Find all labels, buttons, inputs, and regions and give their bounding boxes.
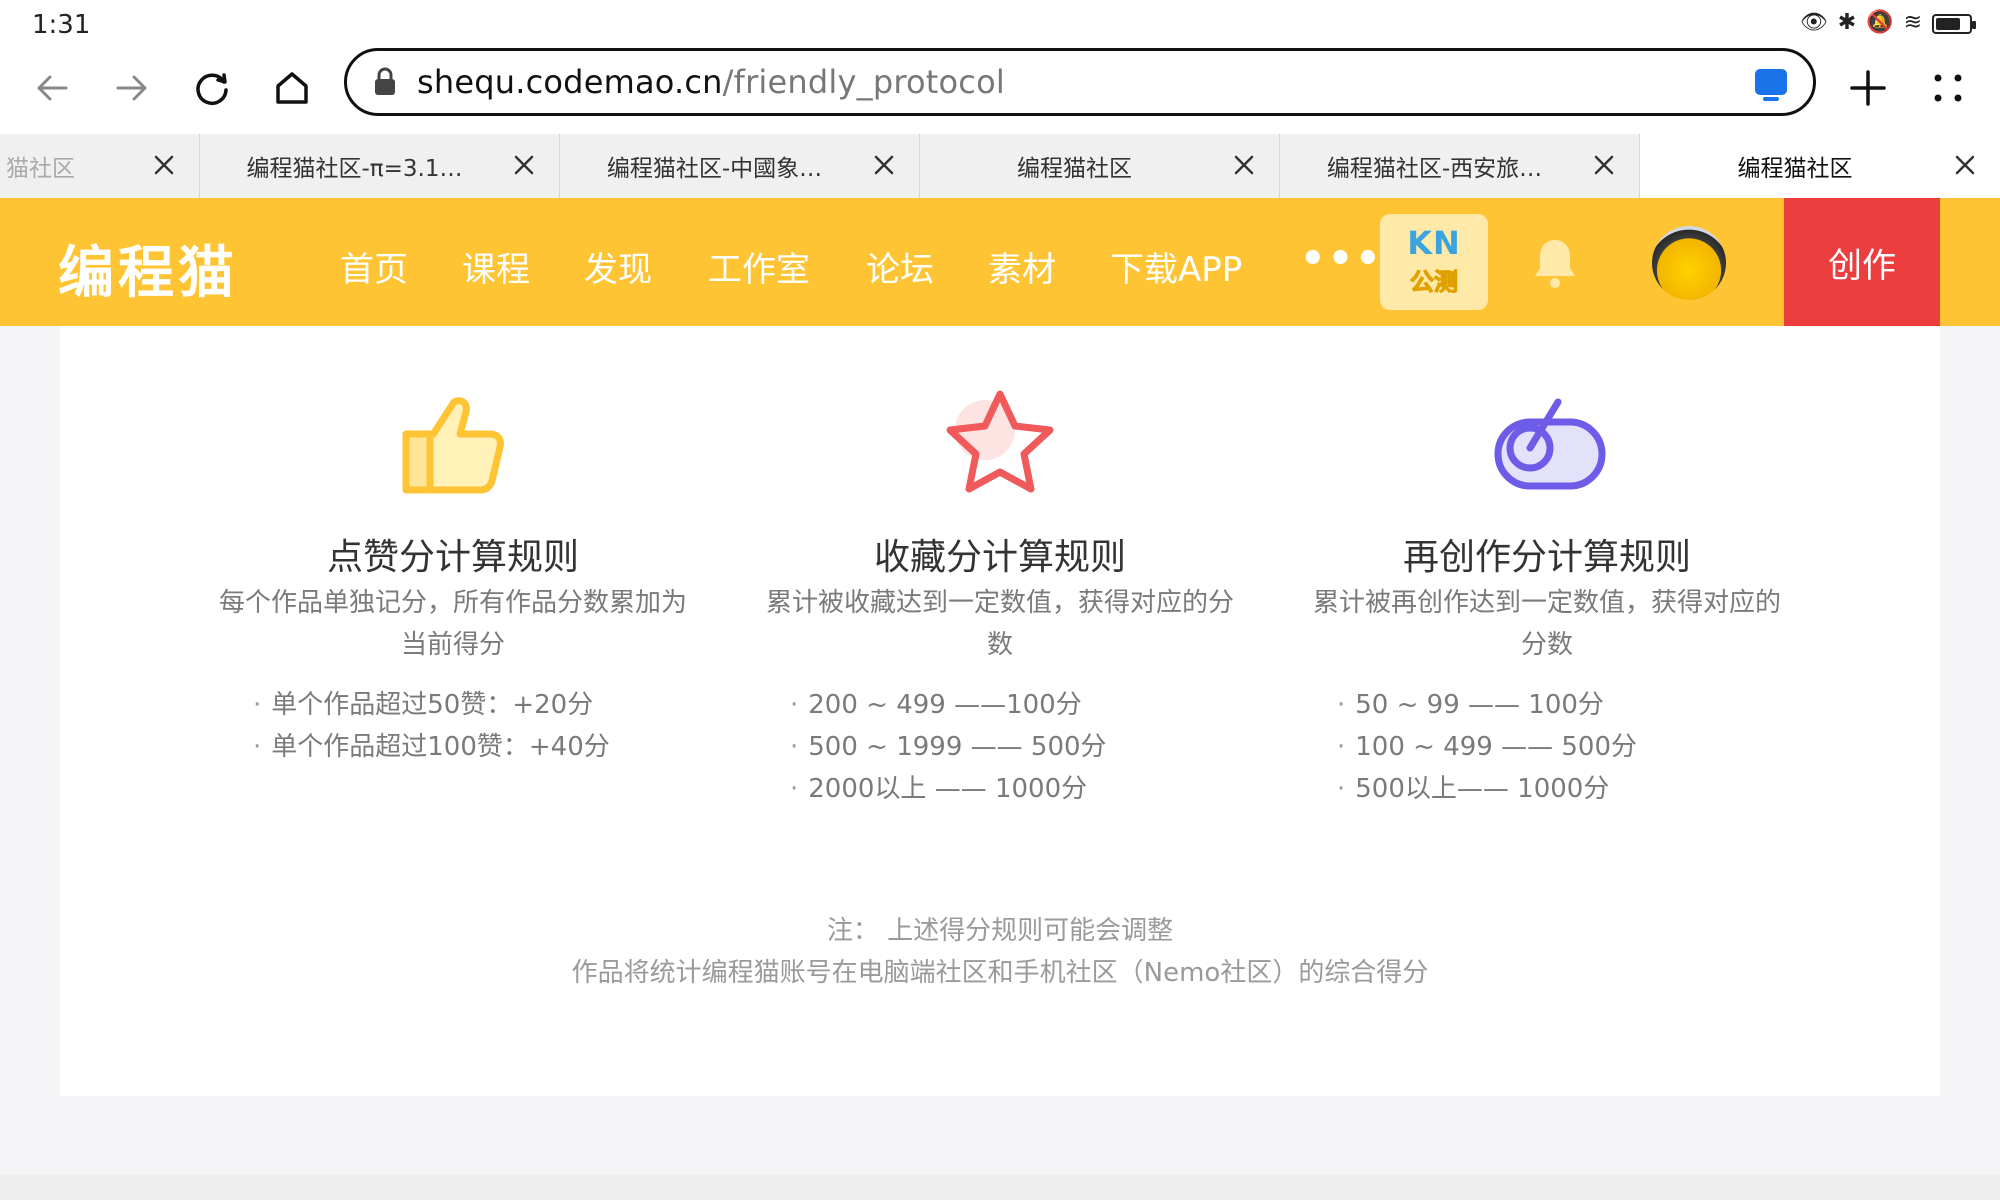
- create-button[interactable]: 创作: [1784, 198, 1940, 326]
- rule-item: 50 ~ 99 —— 100分: [1337, 684, 1637, 726]
- lock-icon: [375, 67, 395, 95]
- close-icon: [154, 155, 174, 175]
- rule-item: 2000以上 —— 1000分: [790, 768, 1107, 810]
- reload-button[interactable]: [180, 56, 244, 120]
- wifi-icon: ≋: [1903, 10, 1922, 35]
- status-bar: 1:31 👁 ✱ 🔕 ≋: [0, 0, 2000, 48]
- address-bar[interactable]: shequ.codemao.cn/friendly_protocol: [344, 48, 1816, 116]
- nav-item-studio[interactable]: 工作室: [708, 242, 810, 291]
- note-line-2: 作品将统计编程猫账号在电脑端社区和手机社区（Nemo社区）的综合得分: [571, 958, 1429, 988]
- tab-close-button[interactable]: [1589, 150, 1619, 180]
- url-path: /friendly_protocol: [722, 63, 1005, 101]
- nav-more-icon[interactable]: •••: [1300, 236, 1383, 282]
- rule-list: 200 ~ 499 ——100分 500 ~ 1999 —— 500分 2000…: [790, 684, 1107, 810]
- tab-label: 编程猫社区-西安旅…: [1326, 156, 1543, 182]
- tab-4[interactable]: 编程猫社区-西安旅…: [1280, 134, 1640, 198]
- new-tab-button[interactable]: [1836, 56, 1900, 120]
- rule-title: 点赞分计算规则: [326, 537, 579, 578]
- site-logo[interactable]: 编程猫: [58, 228, 238, 309]
- rules-content: 点赞分计算规则 每个作品单独记分，所有作品分数累加为当前得分 单个作品超过50赞…: [60, 326, 1940, 1096]
- cast-icon[interactable]: [1755, 69, 1787, 101]
- tab-5-active[interactable]: 编程猫社区: [1640, 134, 2000, 198]
- page-bottom-strip: [0, 1175, 2000, 1200]
- tab-label: 编程猫社区: [1017, 156, 1132, 182]
- nav-item-discover[interactable]: 发现: [584, 242, 652, 291]
- site-nav: 编程猫 首页 课程 发现 工作室 论坛 素材 下载APP ••• KN 公测 创…: [0, 198, 2000, 326]
- status-icons: 👁 ✱ 🔕 ≋: [1799, 10, 1976, 35]
- rule-item: 100 ~ 499 —— 500分: [1337, 726, 1637, 768]
- nav-item-download-app[interactable]: 下载APP: [1110, 242, 1242, 291]
- menu-button[interactable]: [1916, 56, 1980, 120]
- close-icon: [1234, 155, 1254, 175]
- close-icon: [1594, 155, 1614, 175]
- grid-dots-icon: [1934, 74, 1962, 102]
- rule-item: 单个作品超过100赞：+40分: [253, 726, 610, 768]
- tab-close-button[interactable]: [869, 150, 899, 180]
- user-avatar[interactable]: [1652, 226, 1726, 300]
- status-time: 1:31: [32, 10, 91, 40]
- close-icon: [514, 155, 534, 175]
- nav-item-forum[interactable]: 论坛: [866, 242, 934, 291]
- star-icon: [946, 390, 1054, 493]
- rule-list: 单个作品超过50赞：+20分 单个作品超过100赞：+40分: [253, 684, 610, 768]
- tab-2[interactable]: 编程猫社区-中國象…: [560, 134, 920, 198]
- nav-item-materials[interactable]: 素材: [988, 242, 1056, 291]
- kn-badge-bottom: 公测: [1410, 268, 1459, 297]
- reload-icon: [196, 73, 228, 105]
- kn-beta-badge[interactable]: KN 公测: [1380, 214, 1488, 310]
- rule-desc: 累计被收藏达到一定数值，获得对应的分数: [765, 588, 1234, 660]
- battery-icon: [1932, 14, 1976, 34]
- tab-close-button[interactable]: [149, 150, 179, 180]
- rule-desc: 每个作品单独记分，所有作品分数累加为当前得分: [218, 588, 687, 660]
- kn-badge-top: KN: [1407, 224, 1461, 262]
- browser-toolbar: shequ.codemao.cn/friendly_protocol: [0, 48, 2000, 134]
- arrow-right-icon: [116, 75, 147, 101]
- arrow-left-icon: [37, 75, 68, 101]
- rule-item: 200 ~ 499 ——100分: [790, 684, 1107, 726]
- url-text: shequ.codemao.cn/friendly_protocol: [417, 63, 1005, 101]
- rule-item: 500以上—— 1000分: [1337, 768, 1637, 810]
- rule-list: 50 ~ 99 —— 100分 100 ~ 499 —— 500分 500以上—…: [1337, 684, 1637, 810]
- tab-0[interactable]: 猫社区: [0, 134, 200, 198]
- rule-title: 收藏分计算规则: [873, 537, 1126, 578]
- tab-strip: 猫社区 编程猫社区-π=3.1… 编程猫社区-中國象… 编程猫社区 编程猫社区-…: [0, 134, 2000, 198]
- tab-close-button[interactable]: [1229, 150, 1259, 180]
- tab-label: 编程猫社区: [1737, 156, 1853, 182]
- url-host: shequ.codemao.cn: [417, 63, 723, 101]
- tab-label: 编程猫社区-π=3.1…: [246, 156, 463, 182]
- back-button[interactable]: [20, 56, 84, 120]
- bell-icon[interactable]: [1530, 236, 1580, 290]
- close-icon: [1955, 155, 1975, 175]
- close-icon: [874, 155, 894, 175]
- rule-item: 500 ~ 1999 —— 500分: [790, 726, 1106, 768]
- rule-item: 单个作品超过50赞：+20分: [253, 684, 610, 726]
- tab-1[interactable]: 编程猫社区-π=3.1…: [200, 134, 560, 198]
- rule-desc: 累计被再创作达到一定数值，获得对应的分数: [1312, 588, 1781, 660]
- mute-bell-icon: 🔕: [1866, 10, 1894, 35]
- home-icon: [276, 72, 308, 104]
- nav-item-home[interactable]: 首页: [340, 242, 408, 291]
- bluetooth-icon: ✱: [1837, 10, 1857, 35]
- rule-title: 再创作分计算规则: [1402, 537, 1691, 578]
- tab-label: 编程猫社区-中國象…: [606, 156, 823, 182]
- tab-3[interactable]: 编程猫社区: [920, 134, 1280, 198]
- battery-fill: [1936, 18, 1960, 30]
- tab-close-button[interactable]: [509, 150, 539, 180]
- note-line-1: 注： 上述得分规则可能会调整: [826, 916, 1174, 946]
- recreate-icon: [1494, 398, 1606, 490]
- forward-button[interactable]: [100, 56, 164, 120]
- tab-close-button[interactable]: [1950, 150, 1980, 180]
- plus-icon: [1850, 70, 1886, 106]
- tab-label: 猫社区: [6, 156, 75, 182]
- thumbs-up-icon: [402, 397, 504, 494]
- home-button[interactable]: [260, 56, 324, 120]
- nav-item-courses[interactable]: 课程: [462, 242, 530, 291]
- eye-icon: 👁: [1799, 10, 1828, 35]
